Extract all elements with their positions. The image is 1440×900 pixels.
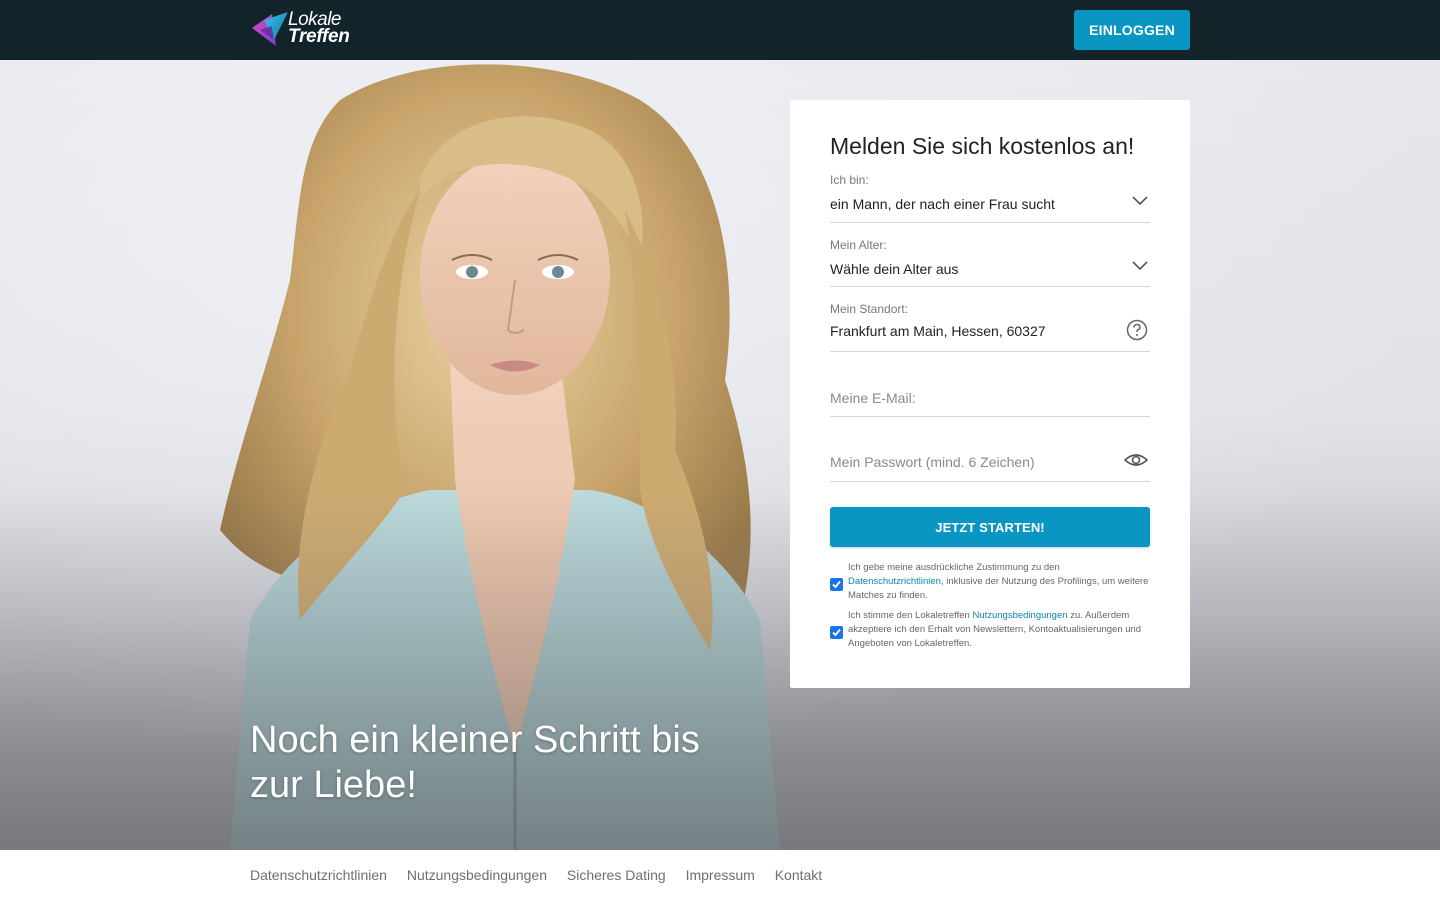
- password-field[interactable]: Mein Passwort (mind. 6 Zeichen): [830, 440, 1150, 482]
- top-navigation-bar: Lokale Treffen EINLOGGEN: [0, 0, 1440, 60]
- submit-button[interactable]: JETZT STARTEN!: [830, 507, 1150, 547]
- logo-mark-icon: [252, 12, 288, 46]
- signup-title: Melden Sie sich kostenlos an!: [830, 133, 1135, 159]
- location-label: Mein Standort:: [830, 302, 909, 316]
- help-circle-icon[interactable]: [1126, 319, 1148, 341]
- logo-text-treffen: Treffen: [288, 26, 350, 47]
- privacy-consent-checkbox[interactable]: [830, 578, 843, 591]
- age-value: Wähle dein Alter aus: [830, 261, 959, 277]
- gender-label: Ich bin:: [830, 173, 869, 187]
- password-placeholder: Mein Passwort (mind. 6 Zeichen): [830, 454, 1035, 470]
- age-label: Mein Alter:: [830, 238, 887, 252]
- checkmark-icon: [832, 580, 841, 589]
- footer-links: Datenschutzrichtlinien Nutzungsbedingung…: [250, 867, 838, 883]
- login-button[interactable]: EINLOGGEN: [1074, 10, 1190, 50]
- checkmark-icon: [832, 628, 841, 637]
- footer-link-contact[interactable]: Kontakt: [775, 867, 822, 883]
- hero-headline: Noch ein kleiner Schritt bis zur Liebe!: [250, 718, 770, 808]
- gender-value: ein Mann, der nach einer Frau sucht: [830, 196, 1055, 212]
- footer: Datenschutzrichtlinien Nutzungsbedingung…: [0, 850, 1440, 900]
- email-field[interactable]: Meine E-Mail:: [830, 376, 1150, 417]
- email-placeholder: Meine E-Mail:: [830, 390, 916, 406]
- age-select[interactable]: Mein Alter: Wähle dein Alter aus: [830, 235, 1150, 287]
- footer-link-terms[interactable]: Nutzungsbedingungen: [407, 867, 547, 883]
- chevron-down-icon: [1132, 261, 1148, 271]
- terms-of-use-link[interactable]: Nutzungsbedingungen: [972, 610, 1067, 621]
- terms-consent-checkbox[interactable]: [830, 626, 843, 639]
- privacy-consent-text: Ich gebe meine ausdrückliche Zustimmung …: [848, 561, 1150, 603]
- hero-headline-line1: Noch ein kleiner Schritt bis: [250, 719, 700, 761]
- signup-form-card: Melden Sie sich kostenlos an! Ich bin: e…: [790, 100, 1190, 688]
- hero-section: Noch ein kleiner Schritt bis zur Liebe!: [0, 60, 1440, 850]
- footer-link-privacy[interactable]: Datenschutzrichtlinien: [250, 867, 387, 883]
- site-logo[interactable]: Lokale Treffen: [250, 8, 360, 52]
- gender-select[interactable]: Ich bin: ein Mann, der nach einer Frau s…: [830, 170, 1150, 223]
- terms-consent-pre: Ich stimme den Lokaletreffen: [848, 610, 970, 621]
- hero-headline-line2: zur Liebe!: [250, 764, 417, 806]
- chevron-down-icon: [1132, 196, 1148, 206]
- terms-consent-text: Ich stimme den Lokaletreffen Nutzungsbed…: [848, 609, 1150, 651]
- footer-link-safe-dating[interactable]: Sicheres Dating: [567, 867, 666, 883]
- location-value: Frankfurt am Main, Hessen, 60327: [830, 323, 1046, 339]
- privacy-policy-link[interactable]: Datenschutzrichtlinien: [848, 576, 941, 587]
- privacy-consent-pre: Ich gebe meine ausdrückliche Zustimmung …: [848, 562, 1060, 573]
- eye-icon[interactable]: [1124, 452, 1148, 468]
- footer-link-imprint[interactable]: Impressum: [686, 867, 755, 883]
- location-input[interactable]: Mein Standort: Frankfurt am Main, Hessen…: [830, 299, 1150, 352]
